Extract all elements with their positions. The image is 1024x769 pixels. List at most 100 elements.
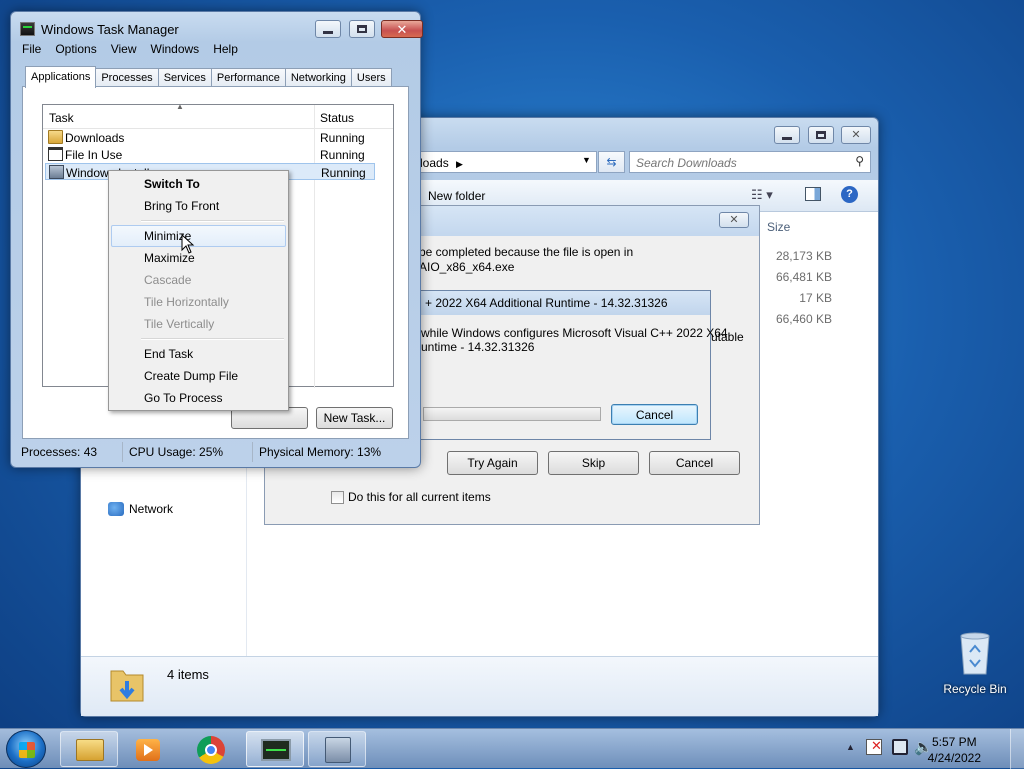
preview-pane-icon[interactable]	[805, 187, 821, 201]
menu-item-switch-to[interactable]: Switch To	[111, 173, 286, 195]
installer-dialog[interactable]: + 2022 X64 Additional Runtime - 14.32.31…	[418, 290, 728, 440]
new-folder-button[interactable]: New folder	[428, 189, 485, 203]
task-name: File In Use	[65, 148, 123, 162]
menu-file[interactable]: File	[15, 40, 48, 60]
breadcrumb-arrow-icon: ▶	[456, 159, 463, 169]
show-hidden-icons[interactable]: ▲	[846, 742, 855, 752]
physical-memory: Physical Memory: 13%	[259, 445, 382, 459]
mouse-cursor-icon	[181, 234, 195, 254]
menu-item-tile-vertically[interactable]: Tile Vertically	[111, 313, 286, 335]
clock-date: 4/24/2022	[927, 751, 981, 765]
taskbar: ▲ ✕ 🔈 5:57 PM 4/24/2022	[0, 728, 1024, 769]
menu-item-cascade[interactable]: Cascade	[111, 269, 286, 291]
menu-item-minimize[interactable]: Minimize	[111, 225, 286, 247]
task-manager-icon	[261, 739, 291, 761]
installer-message-2: untime - 14.32.31326	[421, 340, 535, 354]
windows-logo-icon	[19, 742, 35, 758]
address-dropdown-icon[interactable]: ▼	[582, 155, 591, 165]
refresh-button[interactable]: ⇆	[598, 151, 625, 173]
file-in-use-cancel-button[interactable]: Cancel	[649, 451, 740, 475]
tm-minimize-button[interactable]	[315, 20, 341, 38]
explorer-close-button[interactable]: ✕	[841, 126, 871, 144]
minimize-icon	[782, 136, 792, 140]
tm-maximize-button[interactable]	[349, 20, 375, 38]
try-again-button[interactable]: Try Again	[447, 451, 538, 475]
installer-cancel-button[interactable]: Cancel	[611, 404, 698, 425]
menu-help[interactable]: Help	[206, 40, 245, 60]
explorer-maximize-button[interactable]	[808, 126, 834, 144]
file-in-use-message-1: be completed because the file is open in	[419, 245, 634, 259]
help-icon[interactable]: ?	[841, 186, 858, 203]
menu-view[interactable]: View	[104, 40, 144, 60]
apply-all-checkbox[interactable]	[331, 490, 344, 504]
recycle-bin[interactable]: Recycle Bin	[938, 630, 1012, 700]
file-in-use-close-button[interactable]: ✕	[719, 212, 749, 228]
apply-all-label: Do this for all current items	[348, 490, 491, 504]
search-input[interactable]: Search Downloads ⚲	[629, 151, 871, 173]
tab-processes[interactable]: Processes	[95, 68, 159, 87]
taskbar-installer-button[interactable]	[308, 731, 366, 767]
installer-message-1: while Windows configures Microsoft Visua…	[421, 326, 728, 340]
table-row[interactable]: File In Use Running	[43, 146, 393, 163]
tab-performance[interactable]: Performance	[210, 68, 286, 87]
taskbar-explorer-button[interactable]	[60, 731, 118, 767]
window-icon	[48, 147, 63, 161]
search-icon: ⚲	[855, 154, 864, 168]
tab-users[interactable]: Users	[350, 68, 392, 87]
tab-networking[interactable]: Networking	[284, 68, 352, 87]
menu-item-end-task[interactable]: End Task	[111, 343, 286, 365]
clock-time: 5:57 PM	[931, 735, 977, 749]
size-cell: 17 KB	[799, 291, 832, 305]
menu-item-maximize[interactable]: Maximize	[111, 247, 286, 269]
installer-icon	[49, 165, 64, 179]
items-count: 4 items	[167, 667, 209, 682]
task-name: Downloads	[65, 131, 125, 145]
menu-windows[interactable]: Windows	[144, 40, 207, 60]
explorer-minimize-button[interactable]	[774, 126, 800, 144]
details-pane: 4 items	[81, 656, 878, 716]
status-column-header[interactable]: Status	[320, 111, 354, 125]
start-button[interactable]	[6, 730, 46, 768]
chrome-icon	[197, 736, 225, 764]
taskbar-media-player-button[interactable]	[120, 731, 178, 767]
menu-item-go-to-process[interactable]: Go To Process	[111, 387, 286, 409]
address-text: loads	[420, 156, 449, 170]
skip-button[interactable]: Skip	[548, 451, 639, 475]
tab-services[interactable]: Services	[157, 68, 212, 87]
close-icon: ✕	[396, 21, 408, 37]
table-row[interactable]: Downloads Running	[43, 129, 393, 146]
action-center-icon[interactable]: ✕	[866, 738, 882, 755]
apply-all-checkbox-row[interactable]: Do this for all current items	[331, 490, 491, 504]
tm-tabs: Applications Processes Services Performa…	[25, 66, 392, 88]
minimize-icon	[323, 30, 333, 34]
maximize-icon	[357, 25, 367, 33]
recycle-bin-icon	[960, 632, 990, 675]
network-icon	[108, 502, 124, 516]
close-icon: ✕	[851, 128, 861, 141]
nav-item-network[interactable]: Network	[108, 502, 173, 516]
menu-options[interactable]: Options	[48, 40, 103, 60]
taskbar-task-manager-button[interactable]	[246, 731, 304, 767]
size-column-header[interactable]: Size	[767, 220, 790, 234]
new-task-button[interactable]: New Task...	[316, 407, 393, 429]
recycle-bin-label: Recycle Bin	[943, 682, 1007, 696]
menu-item-create-dump-file[interactable]: Create Dump File	[111, 365, 286, 387]
task-column-header[interactable]: Task	[49, 111, 74, 125]
close-icon: ✕	[729, 213, 739, 226]
size-cell: 66,481 KB	[775, 270, 832, 284]
task-list-header: Task ▲ Status	[43, 102, 393, 129]
task-manager-app-icon	[20, 22, 35, 36]
system-clock[interactable]: 5:57 PM 4/24/2022	[928, 734, 981, 766]
menu-item-bring-to-front[interactable]: Bring To Front	[111, 195, 286, 217]
show-desktop-button[interactable]	[1010, 729, 1024, 769]
view-options-icon[interactable]: ☷ ▾	[751, 187, 773, 203]
installer-titlebar: + 2022 X64 Additional Runtime - 14.32.31…	[419, 291, 710, 315]
network-tray-icon[interactable]	[892, 739, 908, 755]
size-cell: 66,460 KB	[775, 312, 832, 326]
size-cell: 28,173 KB	[775, 249, 832, 263]
menu-item-tile-horizontally[interactable]: Tile Horizontally	[111, 291, 286, 313]
tab-applications[interactable]: Applications	[25, 66, 97, 88]
taskbar-chrome-button[interactable]	[183, 731, 241, 767]
tm-close-button[interactable]: ✕	[381, 20, 423, 38]
context-menu[interactable]: Switch To Bring To Front Minimize Maximi…	[108, 170, 289, 411]
